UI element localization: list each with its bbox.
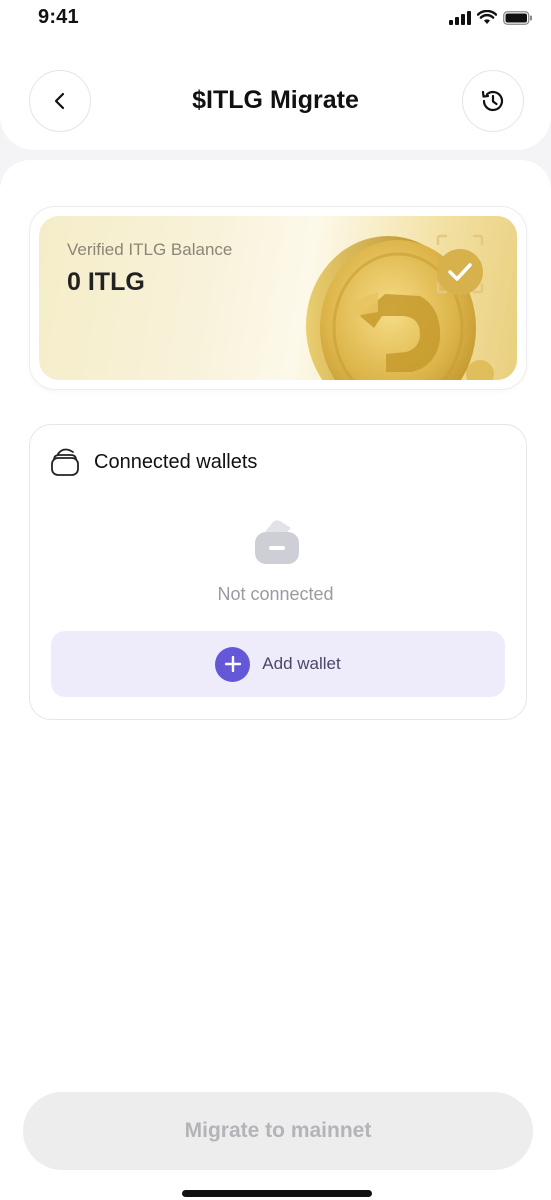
empty-wallet-icon: [255, 520, 299, 564]
add-wallet-label: Add wallet: [262, 654, 341, 673]
plus-icon: [215, 646, 251, 682]
status-icons: [449, 10, 533, 25]
status-time: 9:41: [38, 6, 79, 28]
itlg-coin-illustration: [306, 234, 494, 380]
battery-icon: [503, 10, 532, 25]
history-button[interactable]: [462, 70, 524, 132]
wallet-icon: [51, 448, 79, 476]
connected-wallets-title: Connected wallets: [94, 451, 258, 473]
history-clock-icon: [481, 90, 504, 112]
add-wallet-button[interactable]: Add wallet: [51, 631, 505, 697]
wifi-icon: [477, 10, 497, 24]
home-indicator: [182, 1190, 372, 1197]
balance-value: 0 ITLG: [67, 268, 145, 296]
migrate-to-mainnet-button[interactable]: Migrate to mainnet: [23, 1092, 533, 1170]
balance-label: Verified ITLG Balance: [67, 240, 233, 259]
migrate-button-label: Migrate to mainnet: [184, 1119, 372, 1142]
cellular-signal-icon: [449, 10, 471, 25]
verified-check-icon: [436, 234, 484, 295]
app-header: $ITLG Migrate: [0, 40, 551, 150]
status-bar: 9:41: [0, 0, 551, 40]
not-connected-text: Not connected: [217, 584, 334, 604]
